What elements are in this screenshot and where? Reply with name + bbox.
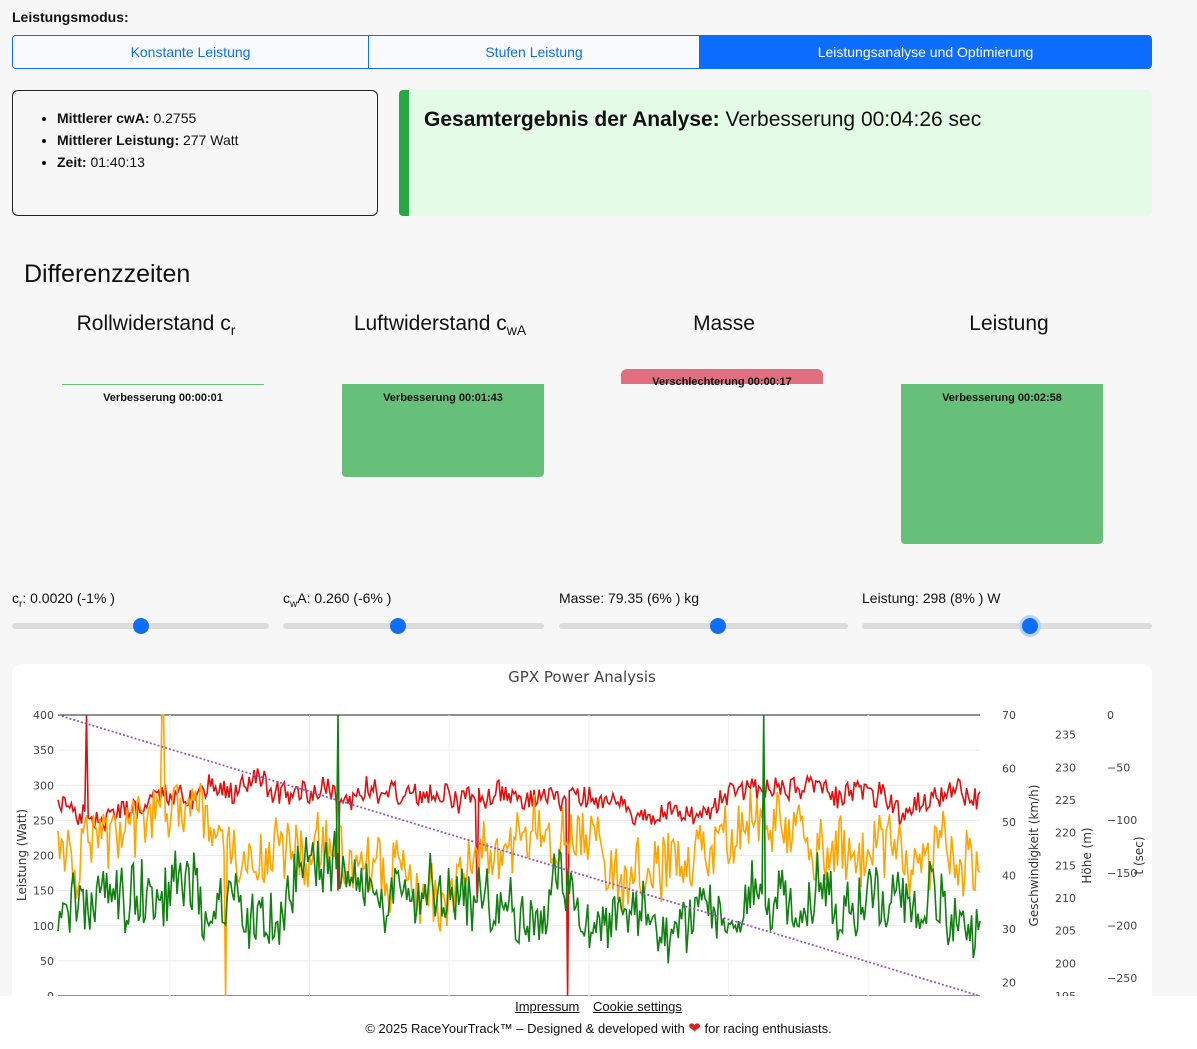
diff-title: Differenzzeiten bbox=[24, 260, 191, 288]
diff-label-3: Verbesserung 00:02:58 bbox=[942, 392, 1062, 404]
tick-power: 350 bbox=[33, 744, 54, 757]
tick-height: 225 bbox=[1055, 794, 1076, 807]
result-value: Verbesserung 00:04:26 sec bbox=[725, 108, 982, 131]
analysis-result-alert: Gesamtergebnis der Analyse: Verbesserung… bbox=[399, 90, 1152, 216]
footer: Impressum Cookie settings © 2025 RaceYou… bbox=[0, 996, 1197, 1049]
tick-height: 230 bbox=[1055, 761, 1076, 774]
tab-stufen-leistung[interactable]: Stufen Leistung bbox=[368, 36, 699, 68]
y-label-speed: Geschwindigkeit (km/h) bbox=[1027, 785, 1041, 927]
tick-height: 205 bbox=[1055, 925, 1076, 938]
copyright: © 2025 RaceYourTrack™ – Designed & devel… bbox=[365, 1020, 832, 1037]
stat-leistung: Mittlerer Leistung: 277 Watt bbox=[57, 129, 377, 151]
tick-time: −250 bbox=[1107, 972, 1137, 985]
tick-power: 50 bbox=[40, 955, 54, 968]
slider-thumb-3[interactable] bbox=[1022, 618, 1039, 634]
col-head-luftwiderstand: Luftwiderstand cwA bbox=[353, 312, 527, 339]
y-label-power: Leistung (Watt) bbox=[15, 809, 29, 901]
slider-thumb-1[interactable] bbox=[389, 618, 406, 634]
tick-speed: 60 bbox=[1002, 763, 1016, 776]
col-head-masse: Masse bbox=[693, 312, 755, 335]
diff-label-1: Verbesserung 00:01:43 bbox=[383, 392, 503, 404]
tick-power: 300 bbox=[33, 779, 54, 792]
tick-time: −50 bbox=[1107, 762, 1130, 775]
tick-height: 235 bbox=[1055, 729, 1076, 742]
slider-thumb-2[interactable] bbox=[709, 618, 726, 634]
mode-label: Leistungsmodus: bbox=[12, 9, 129, 25]
slider-track-2[interactable] bbox=[559, 623, 848, 629]
y-label-time: t (sec) bbox=[1132, 836, 1146, 874]
col-head-rollwiderstand: Rollwiderstand cr bbox=[76, 312, 236, 339]
tick-height: 220 bbox=[1055, 827, 1076, 840]
gpx-power-chart[interactable]: GPX Power Analysis 0 50 100 150 200 250 300 350 4… bbox=[12, 664, 1152, 1049]
stat-zeit: Zeit: 01:40:13 bbox=[57, 151, 377, 173]
tick-speed: 50 bbox=[1002, 816, 1016, 829]
tick-power: 400 bbox=[33, 709, 54, 722]
slider-label-leistung: Leistung: 298 (8% ) W bbox=[862, 590, 1001, 606]
impressum-link[interactable]: Impressum bbox=[515, 999, 579, 1014]
slider-thumb-0[interactable] bbox=[132, 618, 149, 634]
tick-power: 250 bbox=[33, 814, 54, 827]
chart-card: GPX Power Analysis 0 50 100 150 200 250 300 350 4… bbox=[12, 664, 1152, 1049]
tab-leistungsanalyse[interactable]: Leistungsanalyse und Optimierung bbox=[699, 36, 1151, 68]
mode-tabs: Konstante Leistung Stufen Leistung Leist… bbox=[12, 35, 1152, 69]
heart-icon: ❤ bbox=[688, 1020, 701, 1037]
slider-track-1[interactable] bbox=[283, 623, 544, 629]
stat-cwa: Mittlerer cwA: 0.2755 bbox=[57, 107, 377, 129]
stats-box: Mittlerer cwA: 0.2755 Mittlerer Leistung… bbox=[12, 90, 378, 216]
tick-height: 210 bbox=[1055, 892, 1076, 905]
tick-height: 200 bbox=[1055, 957, 1076, 970]
tick-speed: 30 bbox=[1002, 923, 1016, 936]
tick-speed: 20 bbox=[1002, 977, 1016, 990]
slider-label-cwa: cwA: 0.260 (-6% ) bbox=[283, 590, 392, 610]
slider-label-masse: Masse: 79.35 (6% ) kg bbox=[559, 590, 700, 606]
tick-time: −200 bbox=[1107, 919, 1137, 932]
tick-height: 215 bbox=[1055, 859, 1076, 872]
slider-label-cr: cr: 0.0020 (-1% ) bbox=[12, 590, 115, 610]
tick-speed: 40 bbox=[1002, 870, 1016, 883]
tick-power: 150 bbox=[33, 885, 54, 898]
y-label-height: Höhe (m) bbox=[1080, 827, 1094, 883]
cookie-settings-link[interactable]: Cookie settings bbox=[593, 999, 682, 1014]
diff-bar-0 bbox=[62, 384, 264, 385]
slider-track-3[interactable] bbox=[862, 623, 1152, 629]
tick-power: 200 bbox=[33, 850, 54, 863]
result-label: Gesamtergebnis der Analyse: bbox=[424, 108, 720, 131]
diff-bar-3 bbox=[901, 384, 1103, 544]
diff-label-2: Verschlechterung 00:00:17 bbox=[652, 376, 792, 388]
tick-time: −100 bbox=[1107, 814, 1137, 827]
tick-time: 0 bbox=[1107, 709, 1114, 722]
diff-label-0: Verbesserung 00:00:01 bbox=[103, 392, 223, 404]
tick-speed: 70 bbox=[1002, 709, 1016, 722]
col-head-leistung: Leistung bbox=[969, 312, 1049, 335]
tick-power: 100 bbox=[33, 920, 54, 933]
tab-konstante-leistung[interactable]: Konstante Leistung bbox=[13, 36, 368, 68]
chart-title: GPX Power Analysis bbox=[508, 668, 656, 686]
